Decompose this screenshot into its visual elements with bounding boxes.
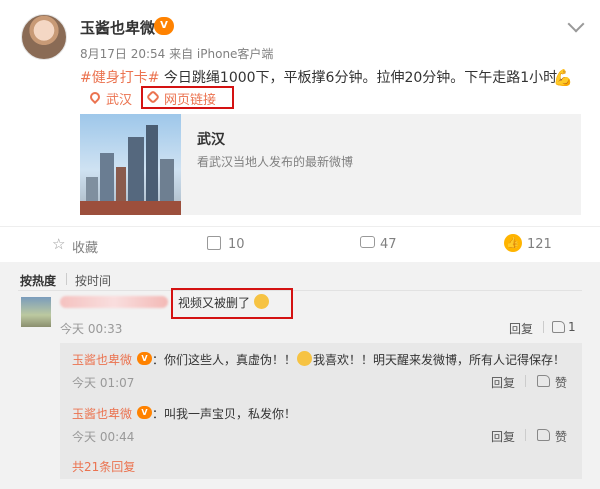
reply-like-button[interactable]: 赞: [555, 374, 567, 391]
reply-text-part1: ：你们这些人，真虚伪！！: [152, 353, 297, 367]
author-name[interactable]: 玉酱也卑微: [80, 17, 155, 38]
card-description: 看武汉当地人发布的最新微博: [197, 155, 354, 169]
vip-badge-small: V: [137, 352, 152, 365]
thumb-up-icon[interactable]: [552, 321, 565, 333]
vip-badge-small: V: [137, 406, 152, 419]
reply-like-button[interactable]: 赞: [555, 428, 567, 445]
favorite-button[interactable]: 收藏: [72, 237, 98, 256]
comment-time: 今天 00:33: [60, 322, 123, 336]
muscle-emoji: 💪: [553, 68, 573, 87]
post-content: #健身打卡# 今日跳绳1000下，平板撑6分钟。拉伸20分钟。下午走路1小时。: [80, 68, 590, 88]
star-icon[interactable]: ☆: [52, 235, 65, 253]
commenter-name-blurred[interactable]: [60, 296, 168, 308]
view-all-replies-link[interactable]: 共21条回复: [72, 458, 135, 475]
commenter-avatar[interactable]: [21, 297, 51, 327]
chevron-down-icon[interactable]: [567, 15, 585, 33]
web-link[interactable]: 网页链接: [164, 89, 216, 108]
reply-reply-button[interactable]: 回复: [491, 428, 515, 445]
city-skyline-image: [80, 114, 181, 215]
reply-text: ：叫我一声宝贝，私发你！: [152, 407, 297, 421]
post-text: 今日跳绳1000下，平板撑6分钟。拉伸20分钟。下午走路1小时。: [159, 70, 572, 86]
sort-separator: [66, 273, 67, 285]
post-meta: 8月17日 20:54 来自 iPhone客户端: [80, 47, 274, 61]
comment-icon[interactable]: [360, 236, 375, 248]
reply-action-separator: [525, 429, 526, 441]
author-avatar[interactable]: [21, 14, 67, 60]
cat-emoji-icon: [297, 351, 312, 366]
comment-text: 视频又被删了: [178, 296, 251, 310]
laughing-emoji-icon: [254, 294, 269, 309]
sort-by-hot[interactable]: 按热度: [20, 272, 56, 289]
reply-text-part2: 我喜欢！！明天醒来发微博，所有人记得保存！: [313, 353, 566, 367]
reply-action-separator: [525, 375, 526, 387]
forward-count[interactable]: 10: [228, 237, 245, 252]
reply-reply-button[interactable]: 回复: [491, 374, 515, 391]
reply-author[interactable]: 玉酱也卑微: [72, 405, 132, 422]
reply-time: 今天 00:44: [72, 430, 135, 444]
comment-count[interactable]: 47: [380, 237, 397, 252]
like-count[interactable]: 121: [527, 237, 552, 252]
card-title[interactable]: 武汉: [197, 129, 225, 149]
forward-icon[interactable]: [207, 236, 221, 250]
vip-badge: V: [154, 17, 174, 35]
comment-action-separator: [543, 321, 544, 333]
reply-author[interactable]: 玉酱也卑微: [72, 351, 132, 368]
comment-like-count[interactable]: 1: [568, 320, 576, 334]
thumb-up-icon[interactable]: [537, 429, 550, 441]
comment-reply-button[interactable]: 回复: [509, 320, 533, 337]
action-divider: [0, 226, 600, 227]
reply-time: 今天 01:07: [72, 376, 135, 390]
sort-by-time[interactable]: 按时间: [75, 272, 111, 289]
thumb-up-icon[interactable]: [537, 375, 550, 387]
location-pin-icon: [87, 89, 103, 105]
location-link[interactable]: 武汉: [106, 89, 132, 108]
hashtag-link[interactable]: #健身打卡#: [80, 70, 159, 86]
like-icon[interactable]: 👍: [504, 234, 522, 252]
sort-divider: [18, 290, 582, 291]
